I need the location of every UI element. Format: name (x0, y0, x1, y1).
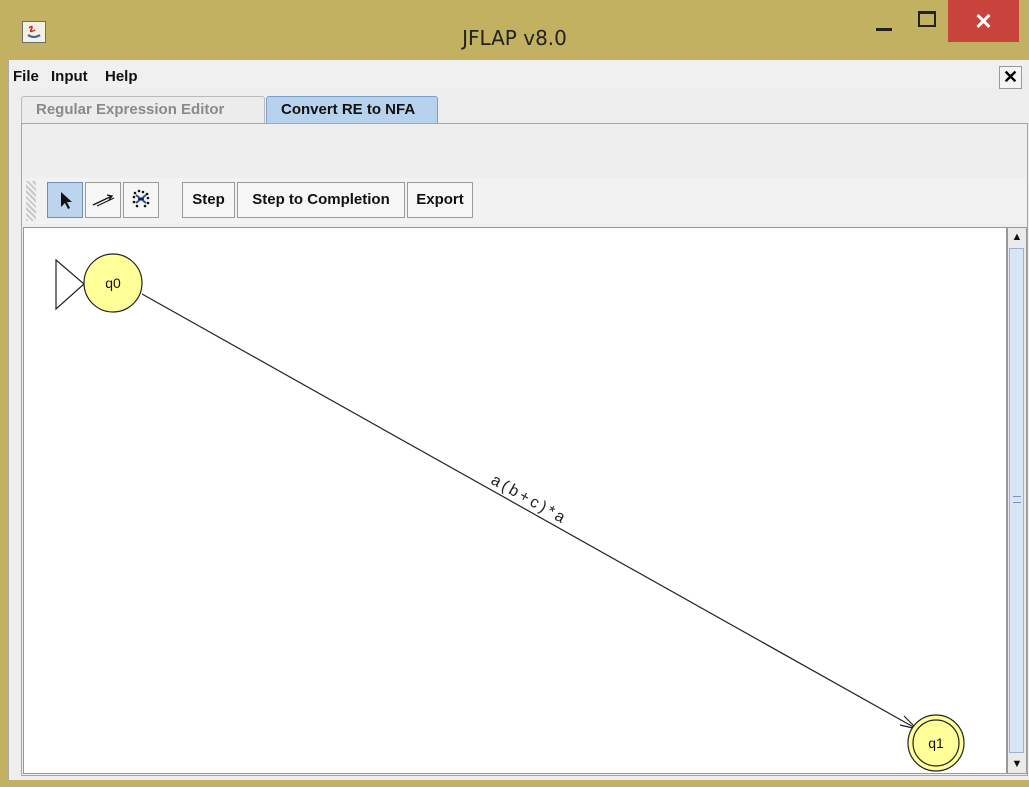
vertical-scrollbar[interactable]: ▲ ▼ (1007, 227, 1027, 774)
tab-regular-expression-editor[interactable]: Regular Expression Editor (21, 96, 265, 123)
tab-bar: Regular Expression Editor Convert RE to … (9, 96, 1022, 124)
state-q0-label: q0 (105, 275, 121, 291)
scroll-up-icon[interactable]: ▲ (1008, 228, 1026, 246)
pointer-tool-button[interactable] (47, 182, 83, 218)
scrollbar-thumb[interactable] (1009, 248, 1024, 753)
menu-input[interactable]: Input (51, 68, 88, 85)
title-bar[interactable]: JFLAP v8.0 ✕ (0, 0, 1029, 60)
automaton-diagram: a(b+c)*a q0 q1 (55, 253, 965, 772)
tab-convert-re-to-nfa[interactable]: Convert RE to NFA (266, 96, 438, 123)
transition-label[interactable]: a(b+c)*a (488, 472, 570, 528)
step-button[interactable]: Step (182, 182, 235, 218)
export-button[interactable]: Export (407, 182, 473, 218)
main-frame: File Input Help ✕ Regular Expression Edi… (8, 60, 1029, 780)
delete-tool-button[interactable] (123, 182, 159, 218)
automaton-canvas[interactable]: a(b+c)*a q0 q1 (23, 227, 1007, 774)
menu-help[interactable]: Help (105, 68, 138, 85)
state-q0[interactable]: q0 (83, 253, 143, 313)
maximize-button[interactable] (906, 0, 946, 40)
transition-tool-button[interactable] (85, 182, 121, 218)
toolbar-grip[interactable] (26, 181, 36, 221)
menu-bar: File Input Help ✕ (9, 62, 1022, 89)
minimize-button[interactable] (863, 0, 903, 40)
step-to-completion-button[interactable]: Step to Completion (237, 182, 405, 218)
delete-dots-icon (132, 189, 150, 208)
initial-state-arrow-icon (55, 258, 85, 311)
scroll-down-icon[interactable]: ▼ (1008, 755, 1026, 773)
toolbar: Step Step to Completion Export (23, 178, 1026, 224)
tab-content: Step Step to Completion Export a(b+c)*a … (21, 123, 1028, 776)
pointer-icon (61, 192, 72, 209)
transition-arrow-icon (92, 194, 115, 207)
transition-edge[interactable] (141, 293, 918, 730)
state-q1-label: q1 (928, 735, 944, 751)
close-button[interactable]: ✕ (948, 0, 1019, 42)
menu-file[interactable]: File (13, 68, 39, 85)
state-q1[interactable]: q1 (907, 714, 965, 772)
app-window: JFLAP v8.0 ✕ File Input Help ✕ Regular E… (0, 0, 1029, 787)
thumb-grip-icon (1013, 496, 1021, 503)
close-document-button[interactable]: ✕ (999, 66, 1022, 89)
